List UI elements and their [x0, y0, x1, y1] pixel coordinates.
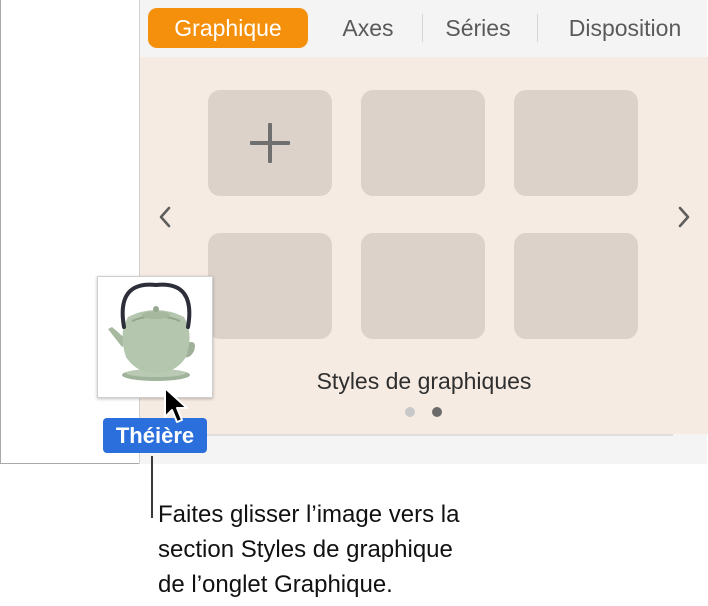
- tab-axes[interactable]: Axes: [325, 8, 411, 48]
- tab-bar: Graphique Axes Séries Disposition: [140, 0, 708, 56]
- tab-disposition[interactable]: Disposition: [544, 8, 706, 48]
- teapot-image: [108, 282, 195, 381]
- page-dot-1[interactable]: [405, 407, 415, 417]
- callout-line-3: de l’onglet Graphique.: [158, 571, 393, 598]
- style-tile[interactable]: [361, 90, 485, 196]
- callout-leader-line: [151, 456, 153, 518]
- tab-separator: [422, 14, 423, 42]
- chevron-left-icon[interactable]: [152, 202, 178, 232]
- chart-styles-label: Styles de graphiques: [316, 368, 532, 394]
- callout-text: Faites glisser l’image vers la section S…: [158, 497, 578, 602]
- callout-line-1: Faites glisser l’image vers la: [158, 501, 460, 528]
- dragged-image-thumbnail[interactable]: [97, 276, 213, 398]
- style-tile[interactable]: [514, 90, 638, 196]
- style-tile[interactable]: [514, 233, 638, 339]
- page-dot-2[interactable]: [432, 407, 442, 417]
- style-tile[interactable]: [208, 233, 332, 339]
- style-tile[interactable]: [361, 233, 485, 339]
- tab-separator: [537, 14, 538, 42]
- dragged-item-label: Théière: [103, 418, 207, 453]
- format-sidebar: Graphique Axes Séries Disposition Styles…: [139, 0, 708, 464]
- add-style-tile[interactable]: [208, 90, 332, 196]
- callout-line-2: section Styles de graphique: [158, 536, 453, 563]
- section-divider: [140, 434, 673, 436]
- chevron-right-icon[interactable]: [671, 202, 697, 232]
- tab-series[interactable]: Séries: [429, 8, 527, 48]
- chart-styles-section: Styles de graphiques: [140, 57, 708, 434]
- tab-graphique[interactable]: Graphique: [148, 8, 308, 48]
- pointer-cursor-icon: [164, 387, 188, 423]
